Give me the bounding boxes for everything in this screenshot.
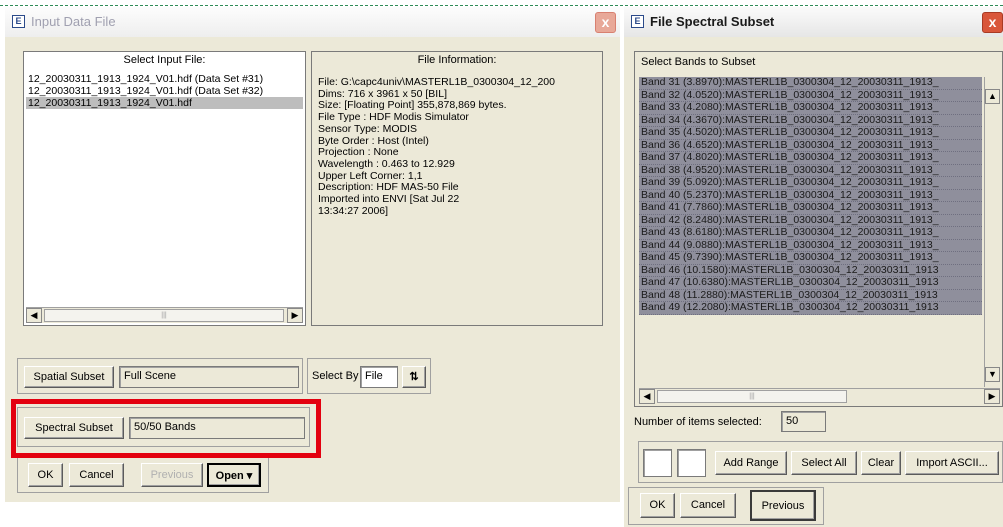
info-line: Sensor Type: MODIS (318, 123, 418, 135)
scroll-right-icon[interactable]: ▶ (287, 308, 303, 323)
band-list-item[interactable]: Band 46 (10.1580):MASTERL1B_0300304_12_2… (639, 264, 982, 277)
envi-app-icon: E (12, 15, 25, 28)
select-by-group: Select By File ⇅ (307, 358, 431, 394)
band-list-item[interactable]: Band 34 (4.3670):MASTERL1B_0300304_12_20… (639, 114, 982, 127)
file-list-horizontal-scrollbar[interactable]: ◀ ||| ▶ (26, 307, 303, 323)
select-input-file-header: Select Input File: (123, 54, 206, 66)
file-information-panel: File Information: File: G:\capc4univ\MAS… (311, 51, 603, 326)
file-list[interactable]: 12_20030311_1913_1924_V01.hdf (Data Set … (26, 73, 303, 109)
scroll-up-icon[interactable]: ▲ (985, 89, 1000, 104)
items-selected-field: 50 (781, 411, 826, 432)
spectral-subset-highlight (11, 399, 321, 458)
range-end-field[interactable] (677, 449, 706, 477)
scroll-left-icon[interactable]: ◀ (26, 308, 42, 323)
previous-button: Previous (141, 463, 203, 487)
title-bar: E Input Data File x (5, 7, 620, 37)
open-menu-button[interactable]: Open ▾ (207, 463, 261, 487)
band-list-item[interactable]: Band 39 (5.0920):MASTERL1B_0300304_12_20… (639, 177, 982, 190)
title-bar: E File Spectral Subset x (624, 7, 1003, 37)
dashed-guide-line (0, 5, 1003, 6)
file-information-header: File Information: (417, 54, 497, 66)
info-line: Projection : None (318, 147, 399, 159)
band-list-vertical-scrollbar[interactable]: ▲ ▼ (984, 77, 1000, 387)
info-line: File: G:\capc4univ\MASTERL1B_0300304_12_… (318, 77, 555, 88)
band-list-item[interactable]: Band 45 (9.7390):MASTERL1B_0300304_12_20… (639, 252, 982, 265)
band-list-item[interactable]: Band 35 (4.5020):MASTERL1B_0300304_12_20… (639, 127, 982, 140)
band-list-item[interactable]: Band 47 (10.6380):MASTERL1B_0300304_12_2… (639, 277, 982, 290)
spatial-subset-field: Full Scene (119, 366, 299, 388)
scroll-thumb[interactable]: ||| (657, 390, 847, 403)
info-line: Dims: 716 x 3961 x 50 [BIL] (318, 88, 447, 100)
info-line: Imported into ENVI [Sat Jul 22 (318, 194, 460, 206)
add-range-button[interactable]: Add Range (715, 451, 787, 475)
band-list-item[interactable]: Band 40 (5.2370):MASTERL1B_0300304_12_20… (639, 189, 982, 202)
clear-button[interactable]: Clear (861, 451, 901, 475)
spatial-subset-button[interactable]: Spatial Subset (24, 366, 114, 388)
scroll-right-icon[interactable]: ▶ (984, 389, 1000, 404)
info-line: Description: HDF MAS-50 File (318, 182, 459, 194)
band-list-item[interactable]: Band 41 (7.7860):MASTERL1B_0300304_12_20… (639, 202, 982, 215)
previous-button[interactable]: Previous (750, 490, 816, 521)
band-list-horizontal-scrollbar[interactable]: ◀ ||| ▶ (639, 388, 1000, 404)
file-list-item[interactable]: 12_20030311_1913_1924_V01.hdf (Data Set … (26, 73, 303, 85)
band-list-item[interactable]: Band 36 (4.6520):MASTERL1B_0300304_12_20… (639, 139, 982, 152)
close-button[interactable]: x (595, 12, 616, 33)
range-controls-group: Add Range Select All Clear Import ASCII.… (638, 441, 1003, 483)
info-line: 13:34:27 2006] (318, 205, 389, 217)
select-all-button[interactable]: Select All (791, 451, 857, 475)
file-information-text: File: G:\capc4univ\MASTERL1B_0300304_12_… (318, 77, 598, 217)
spatial-subset-group: Spatial Subset Full Scene (17, 358, 303, 394)
band-list-item[interactable]: Band 37 (4.8020):MASTERL1B_0300304_12_20… (639, 152, 982, 165)
select-by-field[interactable]: File (360, 366, 398, 388)
band-list-item[interactable]: Band 44 (9.0880):MASTERL1B_0300304_12_20… (639, 239, 982, 252)
band-list-item[interactable]: Band 31 (3.8970):MASTERL1B_0300304_12_20… (639, 77, 982, 90)
ok-button[interactable]: OK (640, 493, 675, 518)
range-start-field[interactable] (643, 449, 672, 477)
import-ascii-button[interactable]: Import ASCII... (905, 451, 999, 475)
info-line: Wavelength : 0.463 to 12.929 (318, 158, 455, 170)
envi-app-icon: E (631, 15, 644, 28)
sort-arrows-icon[interactable]: ⇅ (402, 366, 426, 388)
band-list-item[interactable]: Band 38 (4.9520):MASTERL1B_0300304_12_20… (639, 164, 982, 177)
cancel-button[interactable]: Cancel (680, 493, 736, 518)
band-list[interactable]: Band 31 (3.8970):MASTERL1B_0300304_12_20… (639, 77, 982, 385)
select-bands-header: Select Bands to Subset (641, 56, 756, 68)
scroll-left-icon[interactable]: ◀ (639, 389, 655, 404)
select-by-label: Select By (312, 370, 359, 382)
file-spectral-subset-dialog: E File Spectral Subset x Select Bands to… (624, 7, 1003, 527)
band-list-item[interactable]: Band 33 (4.2080):MASTERL1B_0300304_12_20… (639, 102, 982, 115)
info-line: Size: [Floating Point] 355,878,869 bytes… (318, 100, 507, 112)
select-bands-panel: Select Bands to Subset Band 31 (3.8970):… (634, 51, 1003, 407)
band-list-item[interactable]: Band 32 (4.0520):MASTERL1B_0300304_12_20… (639, 89, 982, 102)
items-selected-label: Number of items selected: (634, 416, 762, 428)
band-list-item[interactable]: Band 48 (11.2880):MASTERL1B_0300304_12_2… (639, 289, 982, 302)
band-list-item[interactable]: Band 42 (8.2480):MASTERL1B_0300304_12_20… (639, 214, 982, 227)
cancel-button[interactable]: Cancel (69, 463, 124, 487)
band-list-item[interactable]: Band 49 (12.2080):MASTERL1B_0300304_12_2… (639, 302, 982, 315)
close-button[interactable]: x (982, 12, 1003, 33)
dialog-title: Input Data File (31, 14, 116, 29)
file-list-item[interactable]: 12_20030311_1913_1924_V01.hdf (Data Set … (26, 85, 303, 97)
dialog-title: File Spectral Subset (650, 14, 775, 29)
info-line: File Type : HDF Modis Simulator (318, 112, 469, 124)
file-list-item-selected[interactable]: 12_20030311_1913_1924_V01.hdf (26, 97, 303, 109)
select-input-file-panel: Select Input File: 12_20030311_1913_1924… (23, 51, 306, 326)
scroll-down-icon[interactable]: ▼ (985, 367, 1000, 382)
info-line: Upper Left Corner: 1,1 (318, 170, 423, 182)
ok-button[interactable]: OK (28, 463, 63, 487)
scroll-thumb[interactable]: ||| (44, 309, 284, 322)
info-line: Byte Order : Host (Intel) (318, 135, 429, 147)
band-list-item[interactable]: Band 43 (8.6180):MASTERL1B_0300304_12_20… (639, 227, 982, 240)
